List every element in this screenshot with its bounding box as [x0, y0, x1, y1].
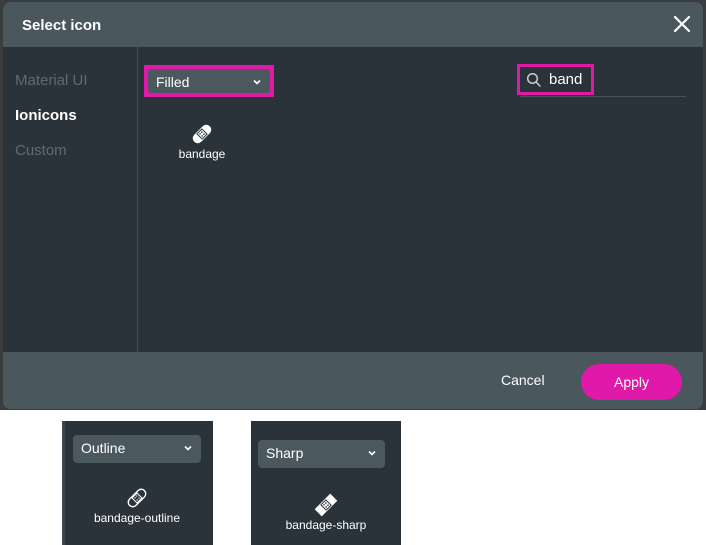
outline-variant-preview: Outline bandage-outline: [62, 421, 213, 545]
outline-variant-select-value: Outline: [81, 440, 126, 456]
close-icon: [673, 15, 691, 33]
sidebar-item-material-ui[interactable]: Material UI: [15, 72, 88, 89]
icon-result-bandage-outline[interactable]: bandage-outline: [72, 485, 202, 525]
sharp-variant-preview: Sharp bandage-sharp: [251, 421, 401, 545]
select-icon-dialog: Select icon Material UI Ionicons Custom …: [3, 2, 703, 409]
sidebar-item-custom[interactable]: Custom: [15, 142, 67, 159]
chevron-down-icon: [368, 450, 376, 456]
sharp-variant-select[interactable]: Sharp: [258, 440, 385, 468]
bandage-icon: [192, 124, 212, 144]
icon-result-label: bandage: [178, 147, 226, 161]
apply-button[interactable]: Apply: [581, 364, 682, 400]
dialog-title: Select icon: [22, 17, 102, 34]
variant-select[interactable]: Filled: [144, 65, 274, 97]
chevron-down-icon: [184, 445, 192, 451]
search-value: band: [549, 71, 583, 88]
close-button[interactable]: [671, 13, 693, 35]
sidebar-item-ionicons[interactable]: Ionicons: [15, 107, 77, 124]
icon-search-input[interactable]: band: [517, 64, 594, 95]
bandage-sharp-icon: [314, 493, 338, 517]
icon-library-sidebar: Material UI Ionicons Custom: [3, 47, 138, 352]
dialog-header: Select icon: [3, 2, 703, 47]
dialog-footer: Cancel Apply: [3, 352, 703, 409]
bandage-outline-icon: [127, 488, 147, 508]
search-underline: [520, 96, 686, 97]
chevron-down-icon: [253, 79, 261, 85]
outline-variant-select[interactable]: Outline: [73, 435, 201, 463]
icon-content-area: Filled band bandage: [138, 47, 703, 352]
cancel-button[interactable]: Cancel: [501, 372, 545, 388]
icon-result-label: bandage-sharp: [285, 518, 367, 532]
search-icon: [526, 72, 541, 87]
variant-select-value: Filled: [156, 74, 190, 90]
dialog-body: Material UI Ionicons Custom Filled band: [3, 47, 703, 352]
icon-result-bandage[interactable]: bandage: [172, 121, 232, 161]
icon-result-bandage-sharp[interactable]: bandage-sharp: [261, 492, 391, 532]
icon-result-label: bandage-outline: [93, 511, 181, 525]
sharp-variant-select-value: Sharp: [266, 445, 304, 461]
